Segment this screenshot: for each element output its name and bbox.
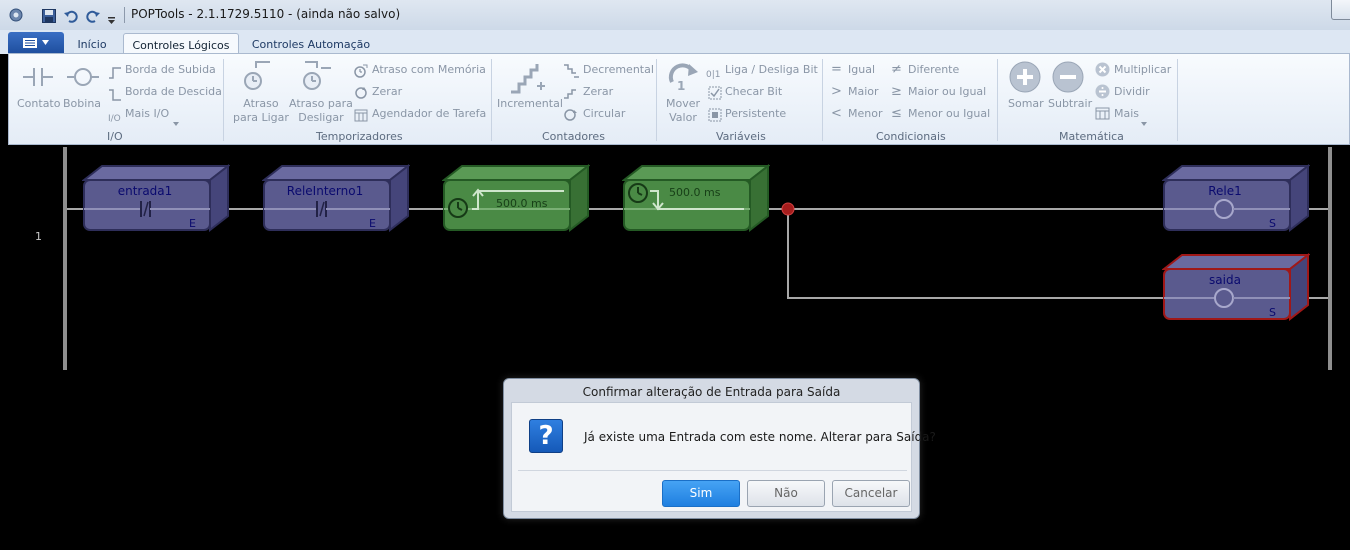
dialog-body: ? Já existe uma Entrada com este nome. A… <box>511 402 936 512</box>
junction-dot <box>781 202 795 216</box>
nao-button[interactable]: Não <box>747 480 825 507</box>
block-3d-shape <box>1162 253 1310 321</box>
contact-label: ReleInterno1 <box>286 184 364 198</box>
confirm-dialog: Confirmar alteração de Entrada para Saíd… <box>503 378 936 519</box>
question-icon: ? <box>529 419 563 453</box>
dialog-title: Confirmar alteração de Entrada para Saíd… <box>582 385 841 399</box>
io-type-letter: S <box>1269 306 1276 319</box>
coil-rele1[interactable]: Rele1 S <box>1162 164 1310 232</box>
sim-button[interactable]: Sim <box>662 480 740 507</box>
dialog-divider <box>518 470 907 471</box>
contact-entrada1[interactable]: entrada1 E <box>82 164 230 232</box>
block-3d-shape <box>82 164 230 232</box>
poptools-window: POPTools - 2.1.1729.5110 - (ainda não sa… <box>0 0 1350 550</box>
io-type-letter: E <box>369 217 376 230</box>
contact-label: entrada1 <box>117 184 173 198</box>
timer-on-delay[interactable]: 500.0 ms <box>442 164 590 232</box>
contact-releinterno1[interactable]: ReleInterno1 E <box>262 164 410 232</box>
block-3d-shape <box>1162 164 1310 232</box>
coil-saida[interactable]: saida S <box>1162 253 1310 321</box>
coil-label: Rele1 <box>1208 184 1242 198</box>
io-type-letter: S <box>1269 217 1276 230</box>
io-type-letter: E <box>189 217 196 230</box>
cancelar-button[interactable]: Cancelar <box>832 480 910 507</box>
timer-value: 500.0 ms <box>669 186 721 199</box>
coil-label: saida <box>1209 273 1241 287</box>
block-3d-shape <box>262 164 410 232</box>
timer-off-delay[interactable]: 500.0 ms <box>622 164 770 232</box>
dialog-message: Já existe uma Entrada com este nome. Alt… <box>584 430 936 444</box>
timer-value: 500.0 ms <box>496 197 548 210</box>
